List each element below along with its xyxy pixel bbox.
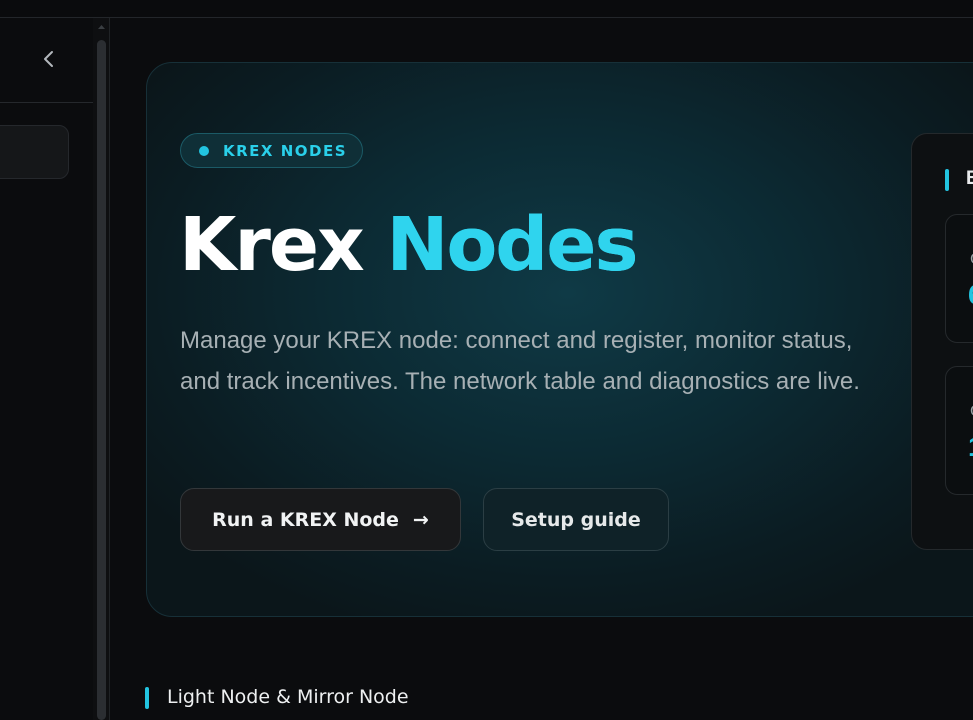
metric-value: 6 [968, 279, 973, 311]
run-node-button-label: Run a KREX Node [212, 508, 399, 531]
hero-badge-label: KREX NODES [223, 141, 348, 160]
metric-card: C 1 [945, 366, 973, 495]
top-bar [0, 0, 973, 18]
setup-guide-button-label: Setup guide [511, 508, 641, 531]
sidebar-item-active[interactable] [0, 125, 69, 179]
page-title-part2: Nodes [386, 202, 639, 288]
hero-card: KREX NODES Krex Nodes Manage your KREX n… [146, 62, 973, 617]
status-dot-icon [199, 145, 209, 156]
page-title: Krex Nodes [179, 195, 639, 295]
scroll-up-icon[interactable] [96, 22, 107, 32]
page-title-part1: Krex [179, 202, 365, 288]
sidebar-scrollbar-thumb[interactable] [97, 40, 106, 720]
hero-badge: KREX NODES [180, 133, 363, 168]
stats-card-title: E [966, 168, 973, 190]
hero-description: Manage your KREX node: connect and regis… [180, 327, 860, 395]
chevron-left-icon [44, 51, 53, 67]
stats-card-accent [945, 169, 949, 191]
section-accent [145, 687, 149, 709]
setup-guide-button[interactable]: Setup guide [483, 488, 669, 551]
arrow-right-icon: → [412, 508, 429, 531]
run-node-button[interactable]: Run a KREX Node → [180, 488, 461, 551]
section-title: Light Node & Mirror Node [167, 686, 409, 708]
metric-card: C 6 [945, 214, 973, 343]
stats-card: E C 6 C 1 [911, 133, 973, 550]
sidebar-divider [0, 102, 93, 103]
sidebar-collapse-button[interactable] [38, 48, 60, 70]
sidebar [0, 18, 93, 720]
metric-value: 1 [968, 431, 973, 463]
